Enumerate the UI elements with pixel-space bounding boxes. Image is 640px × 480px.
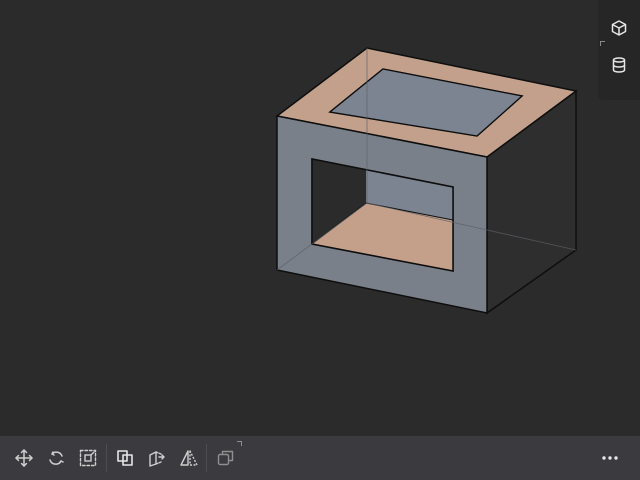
extrude-tool-button[interactable]	[141, 442, 173, 474]
view-mode-panel	[598, 0, 640, 100]
hollow-cube-model[interactable]	[0, 0, 640, 436]
corner-marker	[600, 41, 605, 46]
mirror-tool-button[interactable]	[173, 442, 205, 474]
move-tool-button[interactable]	[8, 442, 40, 474]
rotate-icon	[49, 451, 64, 465]
more-options-button[interactable]	[594, 442, 626, 474]
3d-viewport[interactable]	[0, 0, 640, 436]
move-icon	[15, 449, 33, 467]
duplicate-icon	[217, 450, 234, 466]
duplicate-tool-button[interactable]	[210, 442, 242, 474]
cylinder-icon	[612, 57, 626, 73]
toolbar-separator	[206, 444, 207, 472]
more-icon	[602, 456, 618, 460]
view-cylinder-button[interactable]	[604, 50, 634, 80]
rotate-tool-button[interactable]	[40, 442, 72, 474]
boolean-icon	[117, 450, 133, 466]
bottom-toolbar	[0, 436, 640, 480]
cube-icon	[611, 20, 627, 36]
mirror-icon	[180, 450, 198, 466]
scale-tool-button[interactable]	[72, 442, 104, 474]
boolean-tool-button[interactable]	[109, 442, 141, 474]
scale-icon	[79, 449, 97, 467]
extrude-icon	[149, 451, 165, 467]
view-cube-button[interactable]	[604, 13, 634, 43]
toolbar-separator	[106, 444, 107, 472]
submenu-indicator	[237, 441, 242, 446]
